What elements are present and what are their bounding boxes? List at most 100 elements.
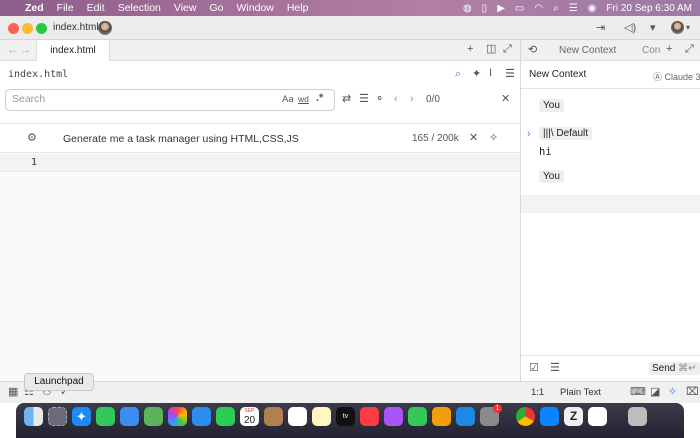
contacts-icon[interactable] [264,407,283,426]
active-message-input[interactable] [521,195,700,213]
chevron-left-icon[interactable]: ‹ [394,94,398,105]
case-sensitive-toggle[interactable]: Aa [282,95,294,105]
slash-command-chip[interactable]: |||\ Default [539,127,593,140]
checklist-icon[interactable]: ☑ [529,363,539,374]
search-icon[interactable]: ⌕ [455,69,461,80]
zed-icon[interactable]: Z [564,407,583,426]
siri-icon[interactable]: ◉ [588,3,597,14]
settings-icon[interactable]: ⚙ [27,133,37,144]
chevron-right-icon[interactable]: › [527,129,531,140]
search-input[interactable] [12,93,212,105]
select-all-icon[interactable]: ☰ [359,94,369,105]
globe-icon[interactable]: ◍ [463,3,472,14]
update-icon[interactable]: ▾ [650,23,656,34]
filter-icon[interactable]: ⚬ [375,94,384,105]
facetime-icon[interactable] [216,407,235,426]
system-settings-icon[interactable]: 1 [480,404,502,426]
forward-arrow-icon[interactable]: → [20,45,31,56]
music-icon[interactable] [360,407,379,426]
finder-icon[interactable] [24,407,43,426]
regex-toggle[interactable]: .* [316,93,323,104]
maps-icon[interactable] [144,407,163,426]
menu-window[interactable]: Window [236,2,273,14]
project-panel-icon[interactable]: ▦ [8,387,18,398]
sparkle-icon[interactable]: ✦ [472,69,481,80]
sidebar-icon[interactable]: ◪ [650,387,660,398]
menu-app-name[interactable]: Zed [25,2,44,14]
user-avatar[interactable] [671,21,684,34]
podcasts-icon[interactable] [384,407,403,426]
maximize-icon[interactable]: ⤢ [503,44,512,55]
whole-word-toggle[interactable]: wd [298,95,309,104]
message-text[interactable]: hi [539,146,552,158]
pages-icon[interactable] [432,407,451,426]
photos-icon[interactable] [168,407,187,426]
safari-icon[interactable]: ✦ [72,407,91,426]
server-icon[interactable]: ⇥ [596,23,605,34]
back-arrow-icon[interactable]: ← [7,45,18,56]
launchpad-icon[interactable] [48,407,67,426]
zoom-window-button[interactable] [36,23,47,34]
maximize-icon[interactable]: ⤢ [685,44,694,55]
play-icon[interactable]: ▶ [497,3,505,14]
cursor-icon[interactable]: I [489,68,492,79]
cursor-position[interactable]: 1:1 [531,387,544,398]
language-selector[interactable]: Plain Text [560,387,601,398]
current-line[interactable]: 1 [0,154,520,172]
reminders-icon[interactable] [288,407,307,426]
terminal-icon[interactable]: ⌧ [686,387,699,398]
close-assist-icon[interactable]: ✕ [469,133,478,144]
tab-context[interactable]: Con [642,45,660,56]
chrome-icon[interactable] [516,407,535,426]
menu-icon[interactable]: ☰ [505,69,515,80]
feedback-icon[interactable]: ⌨ [630,387,646,398]
app-store-icon[interactable] [192,407,211,426]
chevron-right-icon[interactable]: › [410,94,414,105]
xcode-icon[interactable] [456,407,475,426]
wifi-icon[interactable]: ◠ [534,3,543,14]
avatar[interactable] [98,21,112,35]
split-pane-icon[interactable]: ◫ [486,44,496,55]
vscode-icon[interactable] [540,407,559,426]
message-role-you[interactable]: You [539,170,564,183]
message-role-you[interactable]: You [539,99,564,112]
document-icon[interactable]: ▯ [482,3,488,14]
menu-datetime[interactable]: Fri 20 Sep 6:30 AM [606,3,692,14]
model-selector[interactable]: Ⓐ Claude 3. [653,70,700,83]
menu-help[interactable]: Help [287,2,309,14]
trash-icon[interactable] [628,407,647,426]
send-label: Send [652,363,676,374]
menu-edit[interactable]: Edit [87,2,105,14]
send-button[interactable]: Send ⌘↵ [649,362,700,375]
chevron-down-icon[interactable]: ▾ [686,24,690,32]
numbers-icon[interactable] [408,407,427,426]
close-window-button[interactable] [8,23,19,34]
speaker-icon[interactable]: ◁) [624,23,636,34]
menu-go[interactable]: Go [209,2,223,14]
search-icon[interactable]: ⌕ [553,3,559,14]
menu-file[interactable]: File [57,2,74,14]
mail-icon[interactable] [120,407,139,426]
close-search-icon[interactable]: ✕ [501,94,510,105]
replace-icon[interactable]: ⇄ [342,94,351,105]
app-icon[interactable] [588,407,607,426]
battery-icon[interactable]: ▭ [515,3,524,14]
inline-assist-prompt[interactable]: Generate me a task manager using HTML,CS… [63,133,299,145]
tab-index-html[interactable]: index.html [36,40,110,61]
messages-icon[interactable] [96,407,115,426]
minimize-window-button[interactable] [22,23,33,34]
control-center-icon[interactable]: ☰ [569,3,578,14]
assistant-icon[interactable]: ✧ [668,387,677,398]
editor-text-area[interactable] [0,173,520,381]
plus-icon[interactable]: + [467,44,473,55]
sparkle-icon[interactable]: ✧ [489,133,498,144]
tab-new-context[interactable]: New Context [559,45,616,56]
menu-view[interactable]: View [174,2,197,14]
notes-icon[interactable] [312,407,331,426]
plus-icon[interactable]: + [666,44,672,55]
list-icon[interactable]: ☰ [550,363,560,374]
apple-tv-icon[interactable]: tv [336,407,355,426]
history-icon[interactable]: ⟲ [528,45,537,56]
menu-selection[interactable]: Selection [118,2,161,14]
calendar-icon[interactable]: SEP 20 [240,407,259,426]
